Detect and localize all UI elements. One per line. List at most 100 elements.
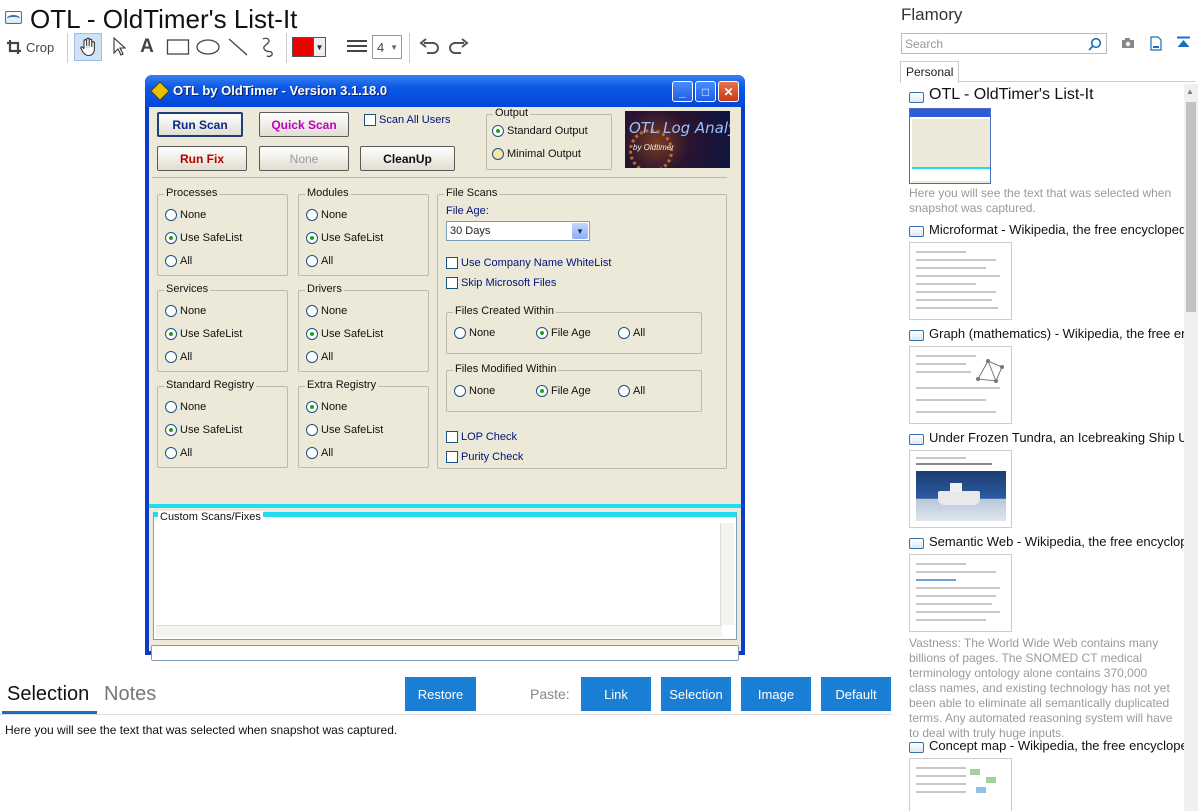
crop-icon <box>7 40 21 54</box>
undo-button[interactable] <box>416 33 442 61</box>
files-created-label: Files Created Within <box>453 305 557 317</box>
text-tool-button[interactable]: A <box>134 33 160 61</box>
paste-link-button[interactable]: Link <box>581 677 651 711</box>
rectangle-tool-button[interactable] <box>164 33 192 61</box>
option-label: None <box>469 327 496 339</box>
files-created-group: Files Created Within None File Age All <box>446 305 702 354</box>
list-item[interactable]: OTL - OldTimer's List-It Here you will s… <box>909 86 1184 215</box>
snapshot-image[interactable]: OTL by OldTimer - Version 3.1.18.0 _ □ ✕… <box>145 75 745 661</box>
page-icon <box>909 742 924 753</box>
freehand-tool-button[interactable] <box>254 33 282 61</box>
file-age-select: 30 Days ▼ <box>446 221 590 241</box>
option-label: None <box>180 305 207 317</box>
chevron-down-icon: ▼ <box>314 37 326 57</box>
vertical-scrollbar <box>720 523 734 625</box>
collapse-button[interactable] <box>1175 35 1191 51</box>
line-width-select[interactable]: 4 ▼ <box>372 35 402 59</box>
purity-check-label: Purity Check <box>461 451 524 463</box>
option-label: None <box>321 209 348 221</box>
list-item[interactable]: Microformat - Wikipedia, the free encycl… <box>909 222 1184 322</box>
hand-tool-button[interactable] <box>74 33 102 61</box>
paste-selection-button[interactable]: Selection <box>661 677 731 711</box>
select-tool-button[interactable] <box>106 33 132 61</box>
option-safelist: Use SafeList <box>306 328 383 340</box>
option-none: None <box>306 401 347 413</box>
list-item[interactable]: Semantic Web - Wikipedia, the free encyc… <box>909 534 1184 740</box>
radio-icon <box>536 327 548 339</box>
list-item[interactable]: Graph (mathematics) - Wikipedia, the fre… <box>909 326 1184 426</box>
app-icon <box>5 11 22 24</box>
option-all: All <box>306 447 333 459</box>
tab-personal[interactable]: Personal <box>900 61 959 83</box>
option-none: None <box>165 401 206 413</box>
color-swatch <box>292 37 314 57</box>
option-label: None <box>469 385 496 397</box>
entry-title: OTL - OldTimer's List-It <box>929 86 1094 103</box>
list-item[interactable]: Under Frozen Tundra, an Icebreaking Ship… <box>909 430 1184 530</box>
chevron-up-icon[interactable]: ▲ <box>1186 87 1194 96</box>
line-tool-button[interactable] <box>224 33 252 61</box>
radio-icon <box>306 447 318 459</box>
option-label: All <box>180 447 193 459</box>
color-picker-button[interactable]: ▼ <box>292 33 332 61</box>
option-label: All <box>633 385 646 397</box>
radio-icon <box>492 125 504 137</box>
processes-group: Processes None Use SafeList All <box>157 187 288 276</box>
checkbox-icon <box>446 451 458 463</box>
modules-label: Modules <box>305 187 351 199</box>
entry-description: Here you will see the text that was sele… <box>909 186 1172 215</box>
camera-button[interactable] <box>1120 35 1136 51</box>
otl-logo: OTL Log Analysis by Oldtimer <box>625 111 730 168</box>
status-bar <box>151 645 739 661</box>
services-group: Services None Use SafeList All <box>157 283 288 372</box>
redo-button[interactable] <box>446 33 472 61</box>
option-label: None <box>321 305 348 317</box>
paste-image-button[interactable]: Image <box>741 677 811 711</box>
tab-notes[interactable]: Notes <box>104 683 156 706</box>
option-label: Use SafeList <box>180 424 243 436</box>
option-label: All <box>180 351 193 363</box>
option-label: Use SafeList <box>180 232 243 244</box>
search-input[interactable] <box>902 34 1082 53</box>
entry-description: Vastness: The World Wide Web contains ma… <box>909 636 1173 740</box>
vertical-scrollbar[interactable]: ▲ <box>1184 84 1198 811</box>
otl-window-title: OTL by OldTimer - Version 3.1.18.0 <box>173 83 388 98</box>
tab-selection[interactable]: Selection <box>7 683 89 706</box>
list-item[interactable]: Concept map - Wikipedia, the free encycl… <box>909 738 1184 811</box>
checkbox-icon <box>446 257 458 269</box>
toolbar-divider <box>67 33 68 63</box>
whitelist-checkbox: Use Company Name WhiteList <box>446 257 611 269</box>
search-icon[interactable] <box>1088 37 1102 51</box>
entry-thumbnail <box>909 554 1012 632</box>
option-file-age: File Age <box>536 327 591 339</box>
document-button[interactable] <box>1148 35 1164 51</box>
page-icon <box>909 226 924 237</box>
option-label: All <box>180 255 193 267</box>
radio-icon <box>536 385 548 397</box>
pointer-icon <box>113 37 126 56</box>
skip-microsoft-label: Skip Microsoft Files <box>461 277 557 289</box>
page-icon <box>909 92 924 103</box>
option-none: None <box>454 385 495 397</box>
line-width-button[interactable] <box>344 33 370 61</box>
radio-icon <box>454 385 466 397</box>
custom-scans-textarea <box>156 523 722 625</box>
crop-button[interactable]: Crop <box>6 33 62 61</box>
toolbar-divider <box>409 33 410 63</box>
standard-output-radio: Standard Output <box>492 125 588 137</box>
radio-icon <box>165 232 177 244</box>
paste-default-button[interactable]: Default <box>821 677 891 711</box>
option-none: None <box>165 305 206 317</box>
line-width-value: 4 <box>377 39 385 55</box>
standard-output-label: Standard Output <box>507 125 588 137</box>
option-label: File Age <box>551 327 591 339</box>
run-fix-button: Run Fix <box>157 146 247 171</box>
option-label: All <box>321 351 334 363</box>
scrollbar-thumb[interactable] <box>1186 102 1196 312</box>
ellipse-tool-button[interactable] <box>194 33 222 61</box>
extra-registry-label: Extra Registry <box>305 379 379 391</box>
collapse-top-icon <box>1176 36 1190 47</box>
restore-button[interactable]: Restore <box>405 677 476 711</box>
selection-text: Here you will see the text that was sele… <box>5 723 398 737</box>
option-none: None <box>454 327 495 339</box>
